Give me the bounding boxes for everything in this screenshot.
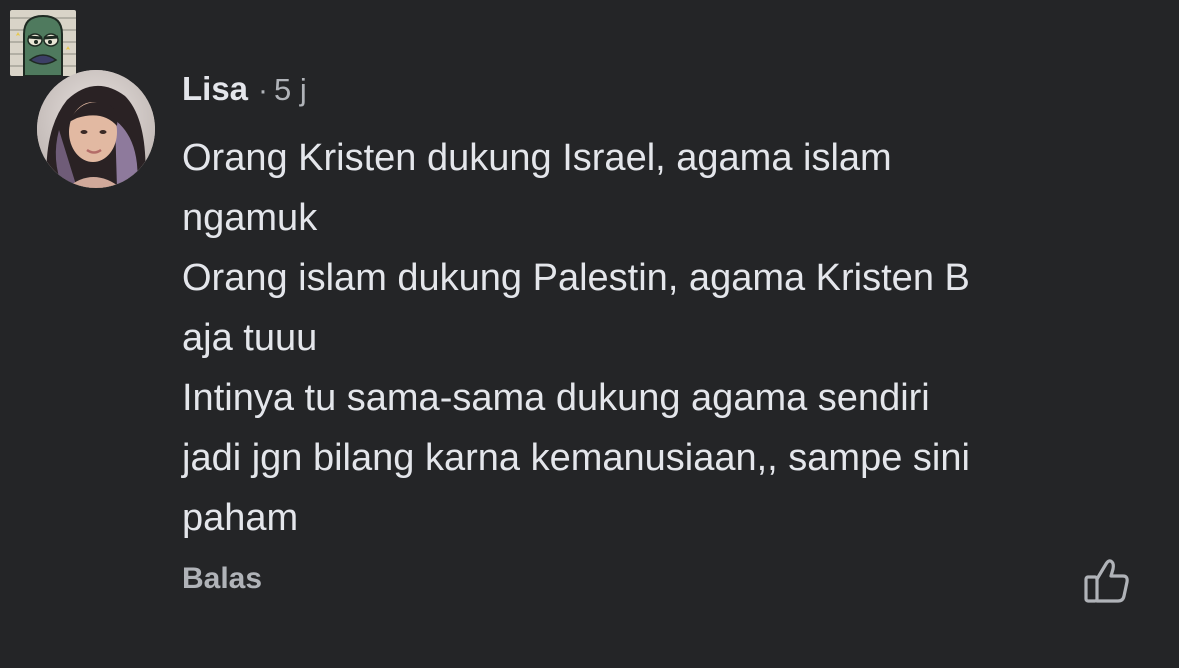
reply-button[interactable]: Balas (182, 562, 262, 596)
comment-header: Lisa · 5 j (182, 70, 307, 112)
comment-line: Orang Kristen dukung Israel, agama islam (182, 137, 892, 179)
parent-avatar[interactable] (10, 10, 76, 76)
profile-photo-icon (37, 70, 155, 188)
author-name[interactable]: Lisa (182, 70, 248, 108)
comment-line: Intinya tu sama-sama dukung agama sendir… (182, 377, 930, 419)
thumbs-up-icon (1084, 559, 1129, 603)
avatar[interactable] (37, 70, 155, 188)
comment-line: jadi jgn bilang karna kemanusiaan,, samp… (182, 437, 970, 479)
comment-line: paham (182, 497, 299, 539)
like-button[interactable] (1080, 556, 1134, 606)
comment-line: Orang islam dukung Palestin, agama Krist… (182, 257, 970, 299)
comment-text: Orang Kristen dukung Israel, agama islam… (182, 128, 1142, 548)
comment-line: ngamuk (182, 197, 318, 239)
timestamp[interactable]: 5 j (274, 72, 307, 108)
separator-dot: · (258, 74, 269, 107)
cartoon-avatar-icon (10, 10, 76, 76)
comment-line: aja tuuu (182, 317, 318, 359)
comment-view: Lisa · 5 j Orang Kristen dukung Israel, … (0, 0, 1179, 668)
